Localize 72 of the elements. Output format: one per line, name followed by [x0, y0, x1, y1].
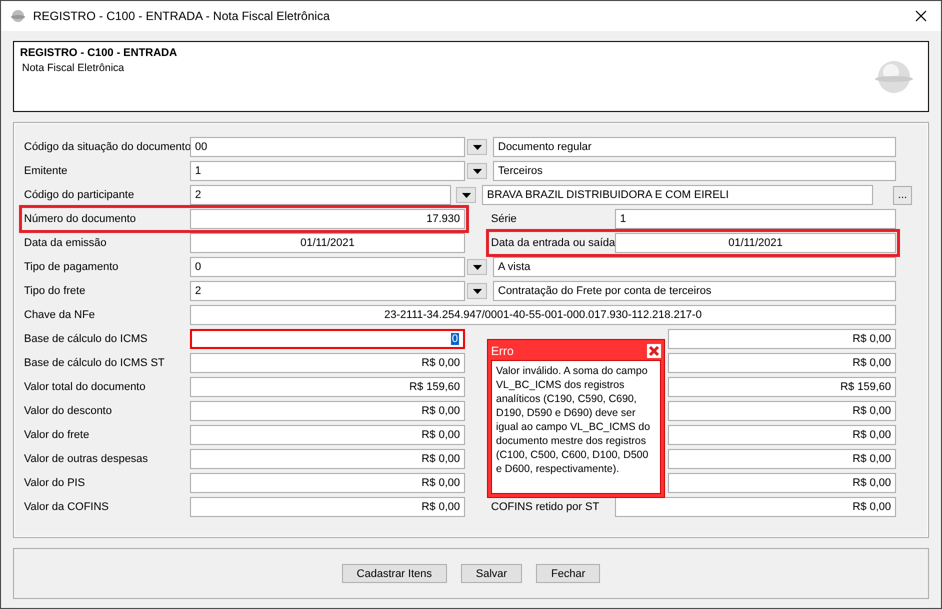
text-field[interactable]: R$ 0,00 [668, 473, 896, 493]
header-subtitle: Nota Fiscal Eletrônica [21, 62, 124, 74]
text-field[interactable]: 2 [190, 185, 451, 205]
text-field[interactable]: R$ 0,00 [668, 449, 896, 469]
close-icon[interactable] [915, 10, 927, 22]
text-field[interactable]: 01/11/2021 [190, 233, 465, 253]
dropdown-button[interactable] [467, 163, 487, 179]
field-label: Base de cálculo do ICMS [23, 333, 149, 345]
field-label: Chave da NFe [23, 309, 96, 321]
window-title: REGISTRO - C100 - ENTRADA - Nota Fiscal Eletrônica [33, 9, 331, 23]
caret-icon [472, 144, 482, 150]
header-title: REGISTRO - C100 - ENTRADA [20, 47, 178, 59]
dropdown-button[interactable] [456, 187, 476, 203]
field-label: Valor total do documento [23, 381, 146, 393]
text-field[interactable]: R$ 0,00 [668, 425, 896, 445]
dialog-button[interactable]: Fechar [536, 564, 600, 583]
text-field[interactable]: Documento regular [493, 137, 896, 157]
field-label: Número do documento [23, 213, 137, 225]
field-label: Emitente [23, 165, 68, 177]
error-message: Valor inválido. A soma do campo VL_BC_ICMS dos registros analíticos (C190, C590, C690, D190, D590 e D690) deve ser igual ao campo VL_BC_ICMS do documento mestre dos registros (C100, C500, C600, D100, D500 e D600, respectivamente). [491, 360, 661, 494]
text-field[interactable]: R$ 0,00 [190, 449, 465, 469]
text-field[interactable]: 2 [190, 281, 465, 301]
text-field[interactable]: R$ 0,00 [190, 473, 465, 493]
text-field[interactable]: 23-2111-34.254.947/0001-40-55-001-000.017.930-112.218.217-0 [190, 305, 896, 325]
field-label: Tipo do frete [23, 285, 86, 297]
dialog-button[interactable]: Cadastrar Itens [342, 564, 447, 583]
caret-icon [472, 168, 482, 174]
text-field[interactable]: R$ 0,00 [190, 497, 465, 517]
dropdown-button[interactable] [467, 139, 487, 155]
text-field[interactable]: A vista [493, 257, 896, 277]
caret-icon [462, 192, 470, 198]
text-field[interactable]: R$ 0,00 [190, 353, 465, 373]
text-field[interactable]: R$ 159,60 [668, 377, 896, 397]
text-field[interactable]: Terceiros [493, 161, 896, 181]
text-field[interactable]: 01/11/2021 [615, 233, 896, 253]
text-field[interactable]: 00 [190, 137, 465, 157]
field-label: Data da emissão [23, 237, 108, 249]
text-field[interactable]: R$ 0,00 [668, 353, 896, 373]
text-field[interactable]: Contratação do Frete por conta de terceiros [493, 281, 896, 301]
field-label: Código do participante [23, 189, 136, 201]
field-label: Valor do PIS [23, 477, 86, 489]
field-label: Série [490, 213, 518, 225]
app-icon [11, 9, 25, 23]
caret-icon [472, 264, 482, 270]
field-label: COFINS retido por ST [490, 501, 600, 513]
text-field[interactable]: R$ 159,60 [190, 377, 465, 397]
field-label: Data da entrada ou saída [490, 237, 615, 249]
field-label: Base de cálculo do ICMS ST [23, 357, 166, 369]
text-field[interactable]: R$ 0,00 [615, 497, 896, 517]
popup-title: Erro [491, 344, 514, 358]
field-label: Valor do desconto [23, 405, 113, 417]
text-field[interactable]: R$ 0,00 [668, 401, 896, 421]
selected-text: 0 [450, 333, 459, 345]
field-label: Código da situação do documento [23, 141, 190, 153]
field-label: Valor da COFINS [23, 501, 110, 513]
field-label: Tipo de pagamento [23, 261, 120, 273]
text-field[interactable]: BRAVA BRAZIL DISTRIBUIDORA E COM EIRELI [482, 185, 873, 205]
caret-icon [472, 288, 482, 294]
browse-button[interactable]: ... [893, 186, 912, 204]
field-label: Valor de outras despesas [23, 453, 149, 465]
field-label: Valor do frete [23, 429, 90, 441]
text-field[interactable]: 1 [190, 161, 465, 181]
text-field[interactable]: 0 [190, 257, 465, 277]
text-field[interactable]: 0 [190, 329, 465, 349]
text-field[interactable]: 1 [615, 209, 896, 229]
dropdown-button[interactable] [467, 283, 487, 299]
text-field[interactable]: 17.930 [190, 209, 465, 229]
text-field[interactable]: R$ 0,00 [668, 329, 896, 349]
text-field[interactable]: R$ 0,00 [190, 401, 465, 421]
dialog-button[interactable]: Salvar [460, 564, 522, 583]
dropdown-button[interactable] [467, 259, 487, 275]
text-field[interactable]: R$ 0,00 [190, 425, 465, 445]
